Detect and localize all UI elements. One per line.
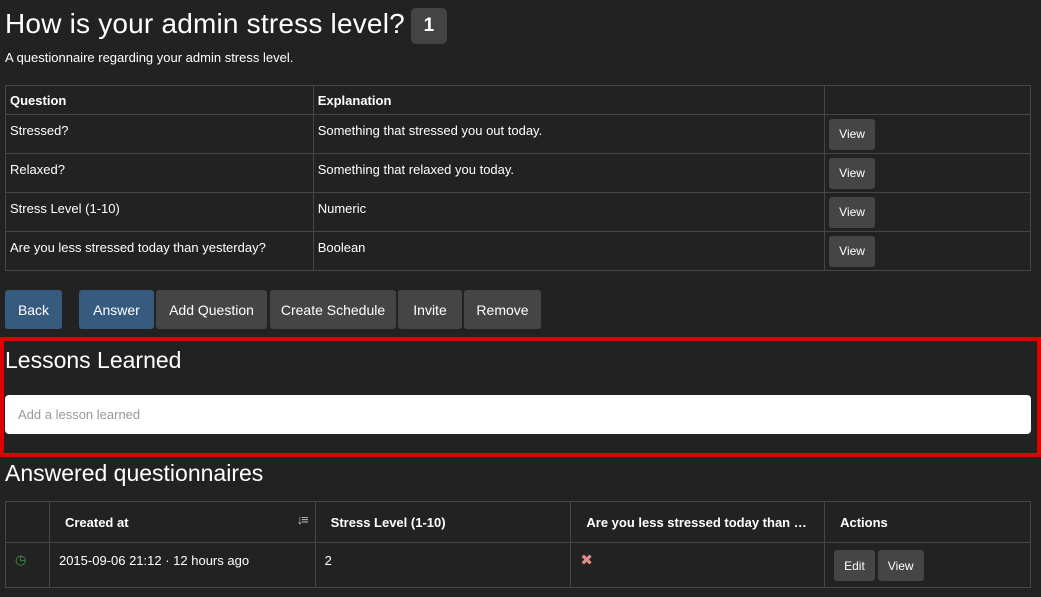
stress-level-value: 2: [324, 553, 332, 568]
column-header-created-at[interactable]: Created at ↓≡: [48, 501, 316, 543]
table-row: Stress Level (1-10) Numeric View: [5, 192, 1031, 232]
questions-table: Question Explanation Stressed? Something…: [5, 85, 1031, 271]
count-badge: 1: [410, 8, 447, 44]
explanation-text: Numeric: [317, 201, 367, 216]
table-row: ◷ 2015-09-06 21:12 · 12 hours ago 2 ✖ Ed…: [5, 542, 1031, 588]
clock-icon: ◷: [15, 552, 27, 567]
table-row: Relaxed? Something that relaxed you toda…: [5, 153, 1031, 193]
sort-desc-icon[interactable]: ↓≡: [297, 512, 309, 527]
column-header-stress-level: Stress Level (1-10): [314, 501, 572, 543]
answered-questionnaires-title: Answered questionnaires: [5, 460, 264, 486]
explanation-text: Something that relaxed you today.: [317, 162, 515, 177]
answer-button[interactable]: Answer: [79, 290, 154, 329]
explanation-text: Something that stressed you out today.: [317, 123, 543, 138]
edit-answer-button[interactable]: Edit: [834, 550, 875, 581]
view-question-button[interactable]: View: [829, 235, 875, 267]
action-toolbar: Back Answer Add Question Create Schedule…: [0, 290, 1041, 329]
page-header: How is your admin stress level? 1: [5, 4, 447, 44]
cross-icon: ✖: [580, 552, 593, 569]
lesson-input[interactable]: [5, 395, 1031, 434]
column-header-actions: [824, 85, 1031, 115]
column-header-actions: Actions: [824, 501, 1031, 543]
lessons-learned-section: Lessons Learned: [0, 337, 1041, 457]
create-schedule-button[interactable]: Create Schedule: [270, 290, 396, 329]
view-question-button[interactable]: View: [829, 157, 875, 189]
table-row: Are you less stressed today than yesterd…: [5, 231, 1031, 271]
answered-table: Created at ↓≡ Stress Level (1-10) Are yo…: [5, 501, 1031, 588]
explanation-text: Boolean: [317, 240, 366, 255]
question-text: Stress Level (1-10): [10, 201, 120, 216]
created-at-value: 2015-09-06 21:12 · 12 hours ago: [58, 553, 250, 568]
table-header-row: Created at ↓≡ Stress Level (1-10) Are yo…: [5, 501, 1031, 543]
add-question-button[interactable]: Add Question: [156, 290, 267, 329]
page-subtitle: A questionnaire regarding your admin str…: [5, 50, 294, 65]
page-title: How is your admin stress level?: [5, 8, 405, 39]
column-header-explanation: Explanation: [312, 85, 826, 115]
remove-button[interactable]: Remove: [464, 290, 541, 329]
column-header-less-stressed: Are you less stressed today than …: [570, 501, 826, 543]
lessons-learned-title: Lessons Learned: [5, 347, 182, 373]
table-row: Stressed? Something that stressed you ou…: [5, 114, 1031, 154]
view-answer-button[interactable]: View: [877, 550, 924, 581]
invite-button[interactable]: Invite: [398, 290, 462, 329]
column-header-status: [5, 501, 50, 543]
column-header-question: Question: [5, 85, 314, 115]
view-question-button[interactable]: View: [829, 196, 875, 228]
created-at-label: Created at: [64, 514, 129, 530]
question-text: Stressed?: [10, 123, 69, 138]
back-button[interactable]: Back: [5, 290, 62, 329]
table-header-row: Question Explanation: [5, 85, 1031, 115]
view-question-button[interactable]: View: [829, 118, 875, 150]
question-text: Relaxed?: [10, 162, 65, 177]
question-text: Are you less stressed today than yesterd…: [10, 240, 266, 255]
